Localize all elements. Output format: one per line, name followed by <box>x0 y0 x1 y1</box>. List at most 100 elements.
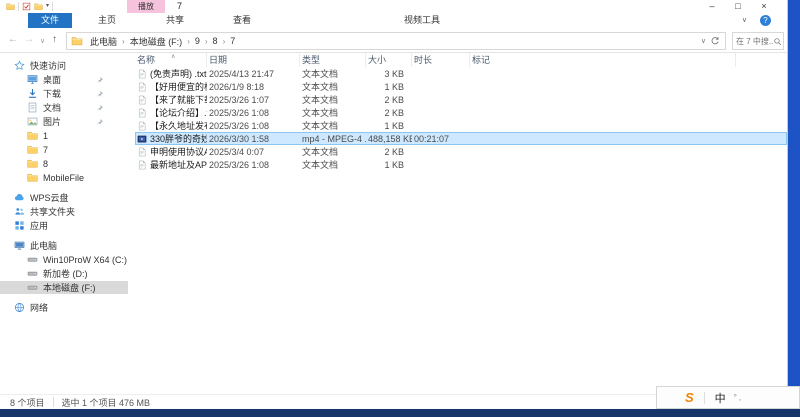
tab-video-tools[interactable]: 视频工具 <box>404 13 440 28</box>
sidebar-item-label: 共享文件夹 <box>30 205 75 218</box>
ime-tools[interactable]: °, <box>734 393 743 402</box>
checkbox-icon[interactable] <box>22 2 31 11</box>
help-icon[interactable]: ? <box>760 15 771 26</box>
sidebar-item-11[interactable]: 应用 <box>0 219 128 232</box>
recent-locations-chevron-icon[interactable]: ∨ <box>40 37 45 45</box>
column-header-tags[interactable]: 标记 <box>470 53 736 67</box>
sidebar-item-14[interactable]: 新加卷 (D:) <box>0 267 128 280</box>
close-button[interactable]: × <box>751 0 777 13</box>
file-name-label: 最新地址及APP请... <box>150 158 207 171</box>
back-button[interactable]: ← <box>8 34 18 45</box>
text-file-icon <box>137 121 147 131</box>
taskbar <box>0 409 800 417</box>
maximize-button[interactable]: □ <box>725 0 751 13</box>
column-header-name[interactable]: ∧ 名称 <box>135 53 207 67</box>
toolbar-separator <box>704 392 705 404</box>
sidebar-item-3[interactable]: 文档 <box>0 101 128 114</box>
column-header-type[interactable]: 类型 <box>300 53 366 67</box>
forward-button[interactable]: → <box>24 34 34 45</box>
file-list: ∧ 名称 日期 类型 大小 时长 标记 (免责声明) .txt 2025/4/1… <box>128 53 787 394</box>
file-row[interactable]: 申明使用协议Affir... 2025/3/4 0:07 文本文档 2 KB <box>135 145 787 158</box>
breadcrumb-item[interactable]: 此电脑 <box>88 35 119 48</box>
folder-icon <box>27 144 38 155</box>
minimize-button[interactable]: – <box>699 0 725 13</box>
file-row[interactable]: 【来了就能下载和... 2025/3/26 1:07 文本文档 2 KB <box>135 93 787 106</box>
drive-icon <box>27 254 38 265</box>
file-name: 【来了就能下载和... <box>135 93 207 106</box>
items-count: 8 个项目 <box>10 396 45 409</box>
breadcrumb-item[interactable]: 8 <box>211 36 220 46</box>
caption-buttons: – □ × <box>699 0 777 13</box>
folder-icon[interactable] <box>34 2 43 11</box>
sidebar-item-4[interactable]: 图片 <box>0 115 128 128</box>
file-row[interactable]: 330胖爷的奇妙之旅... 2026/3/30 1:58 mp4 - MPEG-… <box>135 132 787 145</box>
column-header-date[interactable]: 日期 <box>207 53 300 67</box>
breadcrumb-item[interactable]: 9 <box>193 36 202 46</box>
navigation-pane: 快速访问 桌面 下载 文档 图片 1 7 8 MobileFile WPS云盘 <box>0 53 128 394</box>
sidebar-item-8[interactable]: MobileFile <box>0 171 128 184</box>
contextual-tab-group[interactable]: 播放 <box>127 0 165 13</box>
breadcrumb-item[interactable]: 7 <box>228 36 237 46</box>
sidebar-item-13[interactable]: Win10ProW X64 (C:) <box>0 253 128 266</box>
file-size: 1 KB <box>366 160 412 170</box>
breadcrumb-item[interactable]: 本地磁盘 (F:) <box>128 35 185 48</box>
file-date: 2025/3/26 1:08 <box>207 121 300 131</box>
file-name: 【永久地址发布页... <box>135 119 207 132</box>
tab-share[interactable]: 共享 <box>166 13 184 28</box>
sidebar-item-0[interactable]: 快速访问 <box>0 59 128 72</box>
ime-language-mode[interactable]: 中 <box>715 390 726 406</box>
folder-icon[interactable] <box>6 2 15 11</box>
file-size: 2 KB <box>366 108 412 118</box>
address-bar[interactable]: 此电脑›本地磁盘 (F:)›9›8›7 ∨ <box>66 32 726 50</box>
sidebar-item-12[interactable]: 此电脑 <box>0 239 128 252</box>
sidebar-item-16[interactable]: 网络 <box>0 301 128 314</box>
file-row[interactable]: 最新地址及APP请... 2025/3/26 1:08 文本文档 1 KB <box>135 158 787 171</box>
tab-home[interactable]: 主页 <box>98 13 116 28</box>
pin-icon <box>96 118 104 126</box>
screen: ▾ 播放 7 – □ × 文件 主页 共享 查看 视频工具 ∨ ? ← → ∨ … <box>0 0 800 417</box>
up-button[interactable]: ↑ <box>52 34 57 45</box>
sidebar-item-6[interactable]: 7 <box>0 143 128 156</box>
sidebar-item-1[interactable]: 桌面 <box>0 73 128 86</box>
sidebar-item-label: MobileFile <box>43 173 84 183</box>
file-row[interactable]: (免责声明) .txt 2025/4/13 21:47 文本文档 3 KB <box>135 67 787 80</box>
sidebar-item-label: 此电脑 <box>30 239 57 252</box>
main-area: 快速访问 桌面 下载 文档 图片 1 7 8 MobileFile WPS云盘 <box>0 53 787 394</box>
sidebar-item-label: 图片 <box>43 115 61 128</box>
column-header-size[interactable]: 大小 <box>366 53 412 67</box>
sidebar-item-2[interactable]: 下载 <box>0 87 128 100</box>
file-menu-button[interactable]: 文件 <box>28 13 72 28</box>
sidebar-item-10[interactable]: 共享文件夹 <box>0 205 128 218</box>
search-box <box>732 32 784 50</box>
sidebar-item-5[interactable]: 1 <box>0 129 128 142</box>
status-separator <box>53 397 54 407</box>
star-icon <box>14 60 25 71</box>
sidebar-item-7[interactable]: 8 <box>0 157 128 170</box>
file-name: 【好用便宜的梯子... <box>135 80 207 93</box>
toolbar-separator <box>18 2 19 11</box>
file-row[interactable]: 【永久地址发布页... 2025/3/26 1:08 文本文档 1 KB <box>135 119 787 132</box>
refresh-icon[interactable] <box>710 36 720 46</box>
sidebar-item-9[interactable]: WPS云盘 <box>0 191 128 204</box>
file-date: 2026/3/30 1:58 <box>207 134 300 144</box>
ime-logo[interactable]: S <box>685 390 694 405</box>
window-title: 7 <box>177 1 182 11</box>
file-type: 文本文档 <box>300 67 366 80</box>
share-icon <box>14 206 25 217</box>
desktop-icon <box>27 74 38 85</box>
address-dropdown-icon[interactable]: ∨ <box>697 37 710 45</box>
folder-icon <box>27 158 38 169</box>
document-icon <box>27 102 38 113</box>
folder-icon <box>27 130 38 141</box>
file-type: 文本文档 <box>300 93 366 106</box>
column-header-duration[interactable]: 时长 <box>412 53 470 67</box>
text-file-icon <box>137 147 147 157</box>
sort-indicator: ∧ <box>171 53 175 64</box>
ribbon-collapse-icon[interactable]: ∨ <box>742 16 747 24</box>
chevron-down-icon[interactable]: ▾ <box>46 2 49 11</box>
tab-view[interactable]: 查看 <box>233 13 251 28</box>
sidebar-item-15[interactable]: 本地磁盘 (F:) <box>0 281 128 294</box>
file-row[interactable]: 【好用便宜的梯子... 2026/1/9 8:18 文本文档 1 KB <box>135 80 787 93</box>
search-input[interactable] <box>736 37 773 46</box>
file-row[interactable]: 【论坛介绍】.txt 2025/3/26 1:08 文本文档 2 KB <box>135 106 787 119</box>
